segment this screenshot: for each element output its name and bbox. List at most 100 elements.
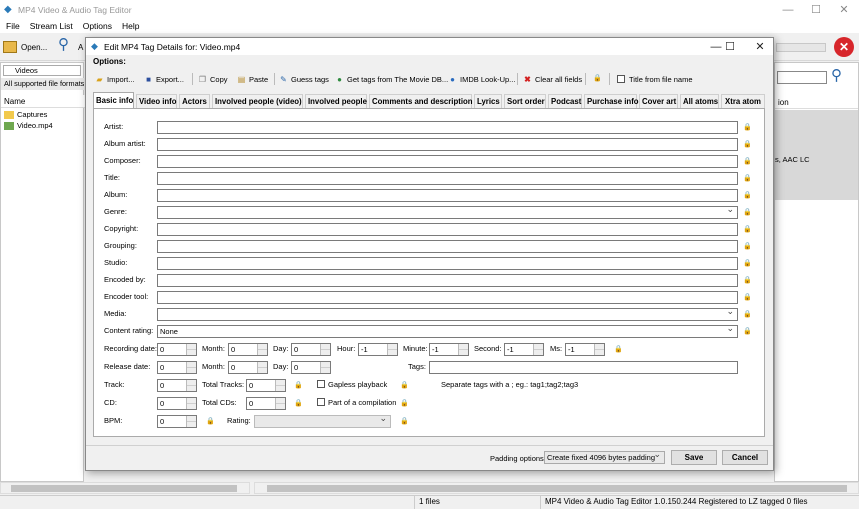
lock-icon[interactable]: 🔒	[400, 382, 409, 390]
lock-icon[interactable]: 🔒	[593, 75, 602, 83]
right-hscroll-thumb[interactable]	[267, 485, 847, 492]
right-search-field[interactable]	[777, 71, 827, 84]
artist-field[interactable]	[157, 121, 738, 134]
encoder-tool-field[interactable]	[157, 291, 738, 304]
lock-icon[interactable]: 🔒	[743, 209, 752, 217]
tab-sort-order[interactable]: Sort order	[504, 94, 546, 108]
lock-icon[interactable]: 🔒	[743, 175, 752, 183]
stop-icon[interactable]: ✕	[834, 37, 854, 57]
title-field[interactable]	[157, 172, 738, 185]
tab-involved-people-video[interactable]: Involved people (video)	[212, 94, 303, 108]
tab-xtra-atom[interactable]: Xtra atom	[721, 94, 765, 108]
dialog-maximize-icon[interactable]: ☐	[716, 38, 744, 55]
tab-actors[interactable]: Actors	[179, 94, 210, 108]
right-search-icon[interactable]: ⚲	[831, 66, 842, 84]
file-filter[interactable]: All supported file formats	[1, 78, 85, 90]
padding-options-dropdown[interactable]: Create fixed 4096 bytes padding	[544, 449, 665, 464]
tags-field[interactable]	[429, 361, 738, 374]
menu-file[interactable]: File	[6, 21, 20, 31]
tab-all-atoms[interactable]: All atoms	[680, 94, 719, 108]
lock-icon[interactable]: 🔒	[743, 158, 752, 166]
title-from-filename-checkbox[interactable]: Title from file name	[617, 72, 693, 86]
lock-icon[interactable]: 🔒	[400, 400, 409, 408]
lock-icon[interactable]: 🔒	[743, 311, 752, 319]
tab-purchase-info[interactable]: Purchase info	[584, 94, 639, 108]
paste-button[interactable]: ▤ Paste	[237, 72, 268, 86]
movie-db-button[interactable]: ● Get tags from The Movie DB...	[335, 72, 448, 86]
lock-icon[interactable]: 🔒	[743, 260, 752, 268]
tab-involved-people[interactable]: Involved people	[305, 94, 367, 108]
lock-icon[interactable]: 🔒	[206, 418, 215, 426]
album-artist-field[interactable]	[157, 138, 738, 151]
release-month-spinner[interactable]: 0	[228, 361, 268, 374]
compilation-checkbox[interactable]	[317, 398, 325, 406]
list-item[interactable]: Captures	[4, 110, 47, 119]
tab-basic-info[interactable]: Basic info	[93, 92, 134, 109]
recording-minute-spinner[interactable]: -1	[429, 343, 469, 356]
export-button[interactable]: ■ Export...	[144, 72, 184, 86]
list-item[interactable]: Video.mp4	[4, 121, 53, 130]
genre-dropdown[interactable]	[157, 204, 738, 219]
list-header-name[interactable]: Name	[1, 95, 85, 108]
tab-comments-description[interactable]: Comments and description	[369, 94, 473, 108]
cancel-button[interactable]: Cancel	[722, 450, 768, 465]
studio-field[interactable]	[157, 257, 738, 270]
left-hscroll-thumb[interactable]	[11, 485, 237, 492]
open-button[interactable]: Open...	[3, 37, 53, 57]
close-icon[interactable]: ✕	[830, 0, 858, 19]
recording-month-spinner[interactable]: 0	[228, 343, 268, 356]
lock-icon[interactable]: 🔒	[743, 124, 752, 132]
lock-icon[interactable]: 🔒	[743, 192, 752, 200]
media-dropdown[interactable]	[157, 306, 738, 321]
minimize-icon[interactable]: —	[774, 0, 802, 19]
recording-hour-spinner[interactable]: -1	[358, 343, 398, 356]
menu-stream-list[interactable]: Stream List	[30, 21, 73, 31]
menu-options[interactable]: Options	[83, 21, 112, 31]
recording-day-spinner[interactable]: 0	[291, 343, 331, 356]
tab-video-info[interactable]: Video info	[136, 94, 177, 108]
release-day-spinner[interactable]: 0	[291, 361, 331, 374]
release-year-spinner[interactable]: 0	[157, 361, 197, 374]
right-hscrollbar[interactable]	[254, 482, 859, 494]
lock-icon[interactable]: 🔒	[743, 141, 752, 149]
lock-icon[interactable]: 🔒	[294, 400, 303, 408]
tab-lyrics[interactable]: Lyrics	[474, 94, 502, 108]
content-rating-dropdown[interactable]: None	[157, 323, 738, 338]
lock-icon[interactable]: 🔒	[400, 418, 409, 426]
recording-year-spinner[interactable]: 0	[157, 343, 197, 356]
search-icon[interactable]: ⚲	[58, 35, 69, 53]
maximize-icon[interactable]: ☐	[802, 0, 830, 19]
recording-second-spinner[interactable]: -1	[504, 343, 544, 356]
left-hscrollbar[interactable]	[0, 482, 250, 494]
copyright-field[interactable]	[157, 223, 738, 236]
lock-icon[interactable]: 🔒	[614, 346, 623, 354]
composer-field[interactable]	[157, 155, 738, 168]
guess-tags-button[interactable]: ✎ Guess tags	[279, 72, 329, 86]
imdb-button[interactable]: ● IMDB Look-Up...	[448, 72, 515, 86]
bpm-spinner[interactable]: 0	[157, 415, 197, 428]
lock-icon[interactable]: 🔒	[743, 328, 752, 336]
folder-combo[interactable]: Videos	[3, 65, 81, 76]
lock-icon[interactable]: 🔒	[743, 277, 752, 285]
recording-ms-spinner[interactable]: -1	[565, 343, 605, 356]
menu-help[interactable]: Help	[122, 21, 139, 31]
album-field[interactable]	[157, 189, 738, 202]
toolbar-next-label[interactable]: A	[78, 43, 83, 52]
gapless-checkbox[interactable]	[317, 380, 325, 388]
total-cds-spinner[interactable]: 0	[246, 397, 286, 410]
rating-dropdown[interactable]	[254, 413, 391, 428]
total-tracks-spinner[interactable]: 0	[246, 379, 286, 392]
lock-icon[interactable]: 🔒	[743, 243, 752, 251]
cd-spinner[interactable]: 0	[157, 397, 197, 410]
clear-fields-button[interactable]: ✖ Clear all fields	[523, 72, 582, 86]
track-spinner[interactable]: 0	[157, 379, 197, 392]
copy-button[interactable]: ❐ Copy	[198, 72, 228, 86]
dialog-close-icon[interactable]: ✕	[746, 38, 774, 55]
lock-icon[interactable]: 🔒	[743, 226, 752, 234]
right-column-header[interactable]: ion	[775, 96, 858, 109]
import-button[interactable]: ▰ Import...	[95, 72, 134, 86]
lock-icon[interactable]: 🔒	[294, 382, 303, 390]
encoded-by-field[interactable]	[157, 274, 738, 287]
tab-cover-art[interactable]: Cover art	[639, 94, 678, 108]
save-button[interactable]: Save	[671, 450, 717, 465]
